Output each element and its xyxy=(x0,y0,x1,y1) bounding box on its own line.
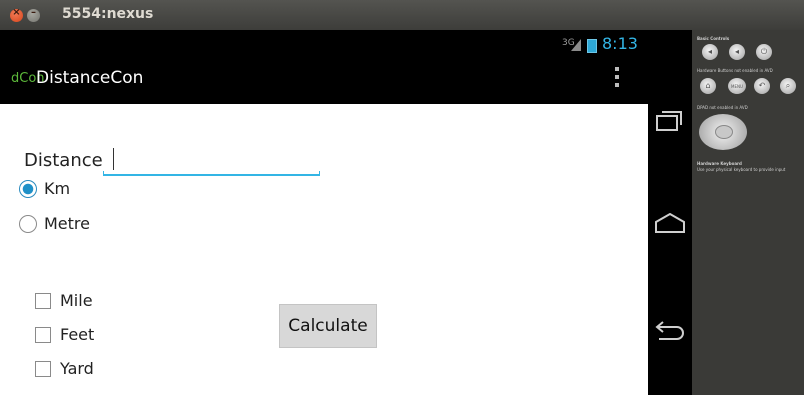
home-hw-button[interactable]: ⌂ xyxy=(700,78,716,94)
radio-metre-label[interactable]: Metre xyxy=(44,214,90,233)
hardware-keyboard-label: Hardware Keyboard xyxy=(697,161,742,166)
radio-km-label[interactable]: Km xyxy=(44,179,70,198)
distance-label: Distance xyxy=(24,150,103,171)
dpad-label: DPAD not enabled in AVD xyxy=(697,105,748,110)
action-bar: dCon DistanceCon xyxy=(0,57,648,104)
text-cursor xyxy=(113,148,114,170)
dpad-control[interactable] xyxy=(699,114,747,150)
radio-km[interactable] xyxy=(19,180,37,198)
main-content: Distance Km Metre Mile Feet Yard Calcula… xyxy=(0,104,648,395)
power-button[interactable]: ⏻ xyxy=(756,44,772,60)
volume-up-button[interactable]: ◂ xyxy=(729,44,745,60)
radio-metre[interactable] xyxy=(19,215,37,233)
signal-icon xyxy=(571,39,581,51)
home-icon[interactable] xyxy=(654,213,686,233)
minimize-icon: – xyxy=(31,7,36,18)
device-screen: 3G 8:13 dCon DistanceCon Distance Km Met… xyxy=(0,30,648,395)
emulator-controls-panel: Basic Controls ◂ ◂ ⏻ Hardware Buttons no… xyxy=(692,30,804,395)
checkbox-feet-label[interactable]: Feet xyxy=(60,325,94,344)
search-hw-button[interactable]: ⌕ xyxy=(780,78,796,94)
back-hw-icon: ↶ xyxy=(758,81,766,90)
checkbox-yard[interactable] xyxy=(35,361,51,377)
home-hw-icon: ⌂ xyxy=(705,81,711,90)
battery-icon xyxy=(587,39,597,53)
distance-input-underline xyxy=(103,171,320,176)
close-icon: × xyxy=(12,7,21,18)
checkbox-feet[interactable] xyxy=(35,327,51,343)
navigation-bar xyxy=(648,30,692,395)
window-title: 5554:nexus xyxy=(62,6,154,22)
dpad-center-button[interactable] xyxy=(715,125,733,139)
back-hw-button[interactable]: ↶ xyxy=(754,78,770,94)
checkbox-mile[interactable] xyxy=(35,293,51,309)
status-clock: 8:13 xyxy=(602,34,638,53)
close-window-button[interactable]: × xyxy=(10,7,23,22)
window-titlebar: × – 5554:nexus xyxy=(0,0,804,30)
volume-up-icon: ◂ xyxy=(734,47,739,56)
minimize-window-button[interactable]: – xyxy=(27,7,40,22)
basic-controls-label: Basic Controls xyxy=(697,36,730,41)
back-icon[interactable] xyxy=(653,318,687,340)
power-icon: ⏻ xyxy=(760,47,768,56)
app-title: DistanceCon xyxy=(36,68,144,88)
status-bar: 3G 8:13 xyxy=(0,30,648,57)
search-hw-icon: ⌕ xyxy=(785,81,791,90)
volume-down-button[interactable]: ◂ xyxy=(702,44,718,60)
recent-apps-icon[interactable] xyxy=(654,110,682,132)
menu-hw-button[interactable]: MENU xyxy=(728,78,746,94)
checkbox-yard-label[interactable]: Yard xyxy=(60,359,94,378)
menu-hw-label: MENU xyxy=(731,84,743,89)
checkbox-mile-label[interactable]: Mile xyxy=(60,291,93,310)
overflow-menu-icon[interactable] xyxy=(614,67,620,93)
hardware-keyboard-hint: Use your physical keyboard to provide in… xyxy=(697,167,786,172)
calculate-button[interactable]: Calculate xyxy=(279,304,377,348)
volume-down-icon: ◂ xyxy=(707,47,712,56)
hardware-buttons-label: Hardware Buttons not enabled in AVD xyxy=(697,68,773,73)
